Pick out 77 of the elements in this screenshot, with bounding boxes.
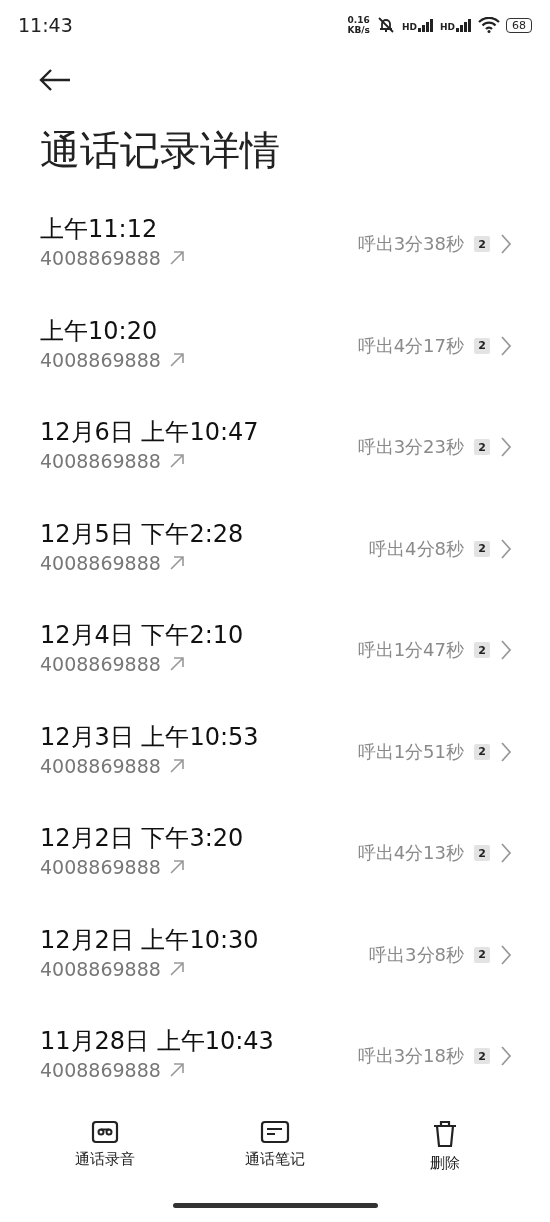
- call-duration: 呼出3分23秒: [357, 435, 464, 459]
- call-record-row[interactable]: 上午10:20 4008869888 呼出4分17秒 2: [0, 310, 550, 412]
- call-record-row[interactable]: 12月2日 下午3:20 4008869888 呼出4分13秒 2: [0, 818, 550, 920]
- chevron-right-icon: [500, 233, 512, 255]
- phone-number: 4008869888: [40, 956, 161, 982]
- sim-badge: 2: [474, 946, 490, 963]
- sim-badge: 2: [474, 1048, 490, 1064]
- chevron-right-icon: [500, 436, 512, 458]
- action-button[interactable]: 通话笔记: [220, 1120, 330, 1173]
- chevron-right-icon: [500, 334, 512, 357]
- outgoing-arrow-icon: [168, 1062, 185, 1078]
- call-record-row[interactable]: 上午11:12 4008869888 呼出3分38秒 2: [0, 209, 550, 311]
- call-record-row[interactable]: 12月5日 下午2:28 4008869888 呼出4分8秒 2: [0, 513, 550, 615]
- phone-number: 4008869888: [40, 347, 161, 373]
- call-time: 11月28日 上午10:43: [40, 1026, 275, 1057]
- page-title: 通话记录详情: [40, 126, 281, 175]
- call-record-row[interactable]: 12月2日 上午10:30 4008869888 呼出3分8秒 2: [0, 919, 550, 1021]
- outgoing-arrow-icon: [168, 554, 185, 571]
- call-duration: 呼出1分47秒: [357, 638, 464, 662]
- call-duration: 呼出3分38秒: [357, 232, 464, 256]
- call-record-row[interactable]: 12月3日 上午10:53 4008869888 呼出1分51秒 2: [0, 716, 550, 818]
- call-time: 12月6日 上午10:47: [40, 417, 260, 448]
- sim-badge: 2: [474, 845, 490, 861]
- sim-badge: 2: [474, 642, 490, 658]
- chevron-right-icon: [500, 842, 512, 864]
- phone-number: 4008869888: [40, 1058, 161, 1083]
- call-time: 12月2日 下午3:20: [40, 823, 245, 854]
- phone-number: 4008869888: [40, 246, 161, 271]
- note-icon: [260, 1120, 290, 1144]
- call-time: 12月3日 上午10:53: [40, 721, 260, 753]
- outgoing-arrow-icon: [168, 250, 185, 266]
- trash-icon: [432, 1120, 458, 1148]
- sim-badge: 2: [474, 540, 490, 557]
- call-time: 上午10:20: [40, 315, 159, 347]
- chevron-right-icon: [500, 1045, 512, 1067]
- outgoing-arrow-icon: [168, 351, 185, 368]
- chevron-right-icon: [500, 943, 512, 966]
- action-button[interactable]: 删除: [390, 1120, 500, 1173]
- call-record-row[interactable]: 12月6日 上午10:47 4008869888 呼出3分23秒 2: [0, 412, 550, 514]
- chevron-right-icon: [500, 740, 512, 763]
- outgoing-arrow-icon: [168, 656, 185, 672]
- phone-number: 4008869888: [40, 652, 161, 677]
- call-duration: 呼出4分17秒: [357, 333, 464, 358]
- sim-badge: 2: [474, 743, 490, 760]
- call-time: 12月4日 下午2:10: [40, 620, 245, 651]
- action-button[interactable]: 通话录音: [50, 1120, 160, 1173]
- back-arrow-icon: [38, 68, 72, 92]
- call-record-row[interactable]: 11月28日 上午10:43 4008869888 呼出3分18秒 2: [0, 1021, 550, 1112]
- outgoing-arrow-icon: [168, 757, 185, 774]
- sim-badge: 2: [474, 337, 490, 354]
- clock: 11:43: [18, 14, 73, 36]
- call-duration: 呼出4分8秒: [369, 536, 464, 561]
- wifi-icon: [478, 17, 500, 33]
- call-duration: 呼出3分8秒: [369, 942, 464, 967]
- phone-number: 4008869888: [40, 449, 161, 474]
- chevron-right-icon: [500, 537, 512, 560]
- outgoing-arrow-icon: [168, 960, 185, 977]
- call-time: 12月5日 下午2:28: [40, 518, 245, 550]
- chevron-right-icon: [500, 639, 512, 661]
- phone-number: 4008869888: [40, 550, 161, 576]
- call-duration: 呼出3分18秒: [357, 1044, 464, 1068]
- phone-number: 4008869888: [40, 855, 161, 880]
- call-time: 12月2日 上午10:30: [40, 924, 260, 956]
- cassette-icon: [91, 1120, 119, 1144]
- call-duration: 呼出1分51秒: [357, 739, 464, 764]
- speed-unit: KB/s: [347, 25, 370, 35]
- sim-badge: 2: [474, 439, 490, 455]
- network-speed: 0.16: [347, 15, 370, 25]
- call-record-row[interactable]: 12月4日 下午2:10 4008869888 呼出1分47秒 2: [0, 615, 550, 717]
- outgoing-arrow-icon: [168, 859, 185, 875]
- battery-level: 68: [506, 17, 532, 33]
- muted-bell-icon: [375, 16, 396, 34]
- call-time: 上午11:12: [40, 214, 159, 245]
- phone-number: 4008869888: [40, 753, 161, 779]
- call-duration: 呼出4分13秒: [357, 841, 464, 865]
- outgoing-arrow-icon: [168, 453, 185, 469]
- sim-badge: 2: [474, 236, 490, 252]
